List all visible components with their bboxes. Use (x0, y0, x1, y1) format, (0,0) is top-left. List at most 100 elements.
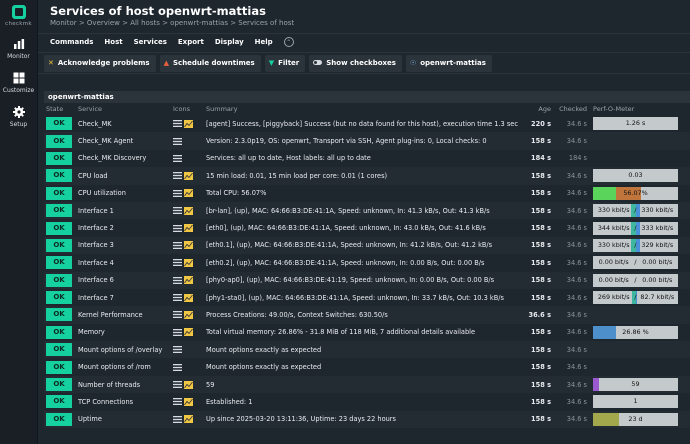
breadcrumb[interactable]: Monitor > Overview > All hosts > openwrt… (50, 19, 690, 27)
perf-o-meter[interactable]: 1.26 s (593, 117, 678, 131)
col-checked[interactable]: Checked (553, 105, 591, 113)
acknowledge-button[interactable]: ✕ Acknowledge problems (44, 54, 156, 72)
perf-o-meter[interactable]: 0.00 bit/s/0.00 bit/s (593, 273, 678, 287)
status-badge[interactable]: OK (46, 343, 72, 357)
sidebar-item-setup[interactable]: Setup (0, 100, 37, 134)
graph-icon[interactable] (184, 310, 193, 319)
graph-icon[interactable] (184, 397, 193, 406)
graph-icon[interactable] (184, 276, 193, 285)
service-name[interactable]: Interface 4 (76, 259, 173, 267)
status-badge[interactable]: OK (46, 395, 72, 409)
graph-icon[interactable] (184, 328, 193, 337)
status-badge[interactable]: OK (46, 360, 72, 374)
status-badge[interactable]: OK (46, 308, 72, 322)
status-badge[interactable]: OK (46, 221, 72, 235)
status-badge[interactable]: OK (46, 117, 72, 131)
service-name[interactable]: Interface 3 (76, 241, 173, 249)
status-badge[interactable]: OK (46, 273, 72, 287)
service-name[interactable]: Interface 6 (76, 276, 173, 284)
col-age[interactable]: Age (522, 105, 553, 113)
menu-icon[interactable] (173, 137, 182, 145)
collapse-icon[interactable]: ⌃ (283, 37, 294, 47)
service-name[interactable]: Memory (76, 328, 173, 336)
status-badge[interactable]: OK (46, 134, 72, 148)
perf-o-meter[interactable]: 330 kbit/s/330 kbit/s (593, 204, 678, 218)
menu-icon[interactable] (173, 415, 182, 423)
menu-services[interactable]: Services (134, 38, 167, 46)
graph-icon[interactable] (184, 415, 193, 424)
menu-icon[interactable] (173, 241, 182, 249)
status-badge[interactable]: OK (46, 378, 72, 392)
status-badge[interactable]: OK (46, 325, 72, 339)
status-badge[interactable]: OK (46, 186, 72, 200)
menu-icon[interactable] (173, 346, 182, 354)
graph-icon[interactable] (184, 224, 193, 233)
perf-o-meter[interactable]: 56.07% (593, 186, 678, 200)
status-badge[interactable]: OK (46, 238, 72, 252)
service-name[interactable]: TCP Connections (76, 398, 173, 406)
service-name[interactable]: Interface 1 (76, 207, 173, 215)
service-name[interactable]: Number of threads (76, 381, 173, 389)
graph-icon[interactable] (184, 380, 193, 389)
menu-icon[interactable] (173, 363, 182, 371)
perf-o-meter[interactable]: 0.00 bit/s/0.00 bit/s (593, 256, 678, 270)
service-name[interactable]: Mount options of /overlay (76, 346, 173, 354)
menu-icon[interactable] (173, 276, 182, 284)
service-name[interactable]: Check_MK (76, 120, 173, 128)
service-name[interactable]: Interface 7 (76, 294, 173, 302)
service-name[interactable]: Check_MK Discovery (76, 154, 173, 162)
perf-o-meter[interactable]: 330 kbit/s/329 kbit/s (593, 238, 678, 252)
menu-icon[interactable] (173, 172, 182, 180)
col-perf[interactable]: Perf-O-Meter (591, 105, 688, 113)
perf-o-meter[interactable]: 269 kbit/s/82.7 kbit/s (593, 291, 678, 305)
menu-icon[interactable] (173, 311, 182, 319)
menu-host[interactable]: Host (104, 38, 122, 46)
service-name[interactable]: Check_MK Agent (76, 137, 173, 145)
graph-icon[interactable] (184, 189, 193, 198)
menu-icon[interactable] (173, 259, 182, 267)
menu-help[interactable]: Help (255, 38, 273, 46)
menu-icon[interactable] (173, 294, 182, 302)
menu-icon[interactable] (173, 381, 182, 389)
perf-o-meter[interactable]: 23 d (593, 412, 678, 426)
menu-icon[interactable] (173, 224, 182, 232)
graph-icon[interactable] (184, 171, 193, 180)
graph-icon[interactable] (184, 206, 193, 215)
menu-icon[interactable] (173, 398, 182, 406)
perf-o-meter[interactable]: 1 (593, 395, 678, 409)
menu-icon[interactable] (173, 189, 182, 197)
filter-button[interactable]: ▼ Filter (264, 54, 306, 72)
sidebar-item-customize[interactable]: Customize (0, 66, 37, 100)
graph-icon[interactable] (184, 258, 193, 267)
col-state[interactable]: State (44, 105, 76, 113)
service-name[interactable]: CPU utilization (76, 189, 173, 197)
service-name[interactable]: Interface 2 (76, 224, 173, 232)
menu-commands[interactable]: Commands (50, 38, 93, 46)
status-badge[interactable]: OK (46, 412, 72, 426)
menu-icon[interactable] (173, 120, 182, 128)
status-badge[interactable]: OK (46, 256, 72, 270)
status-badge[interactable]: OK (46, 169, 72, 183)
perf-o-meter[interactable]: 344 kbit/s/333 kbit/s (593, 221, 678, 235)
menu-export[interactable]: Export (178, 38, 204, 46)
graph-icon[interactable] (184, 241, 193, 250)
service-name[interactable]: Kernel Performance (76, 311, 173, 319)
perf-o-meter[interactable]: 0.03 (593, 169, 678, 183)
col-service[interactable]: Service (76, 105, 173, 113)
status-badge[interactable]: OK (46, 204, 72, 218)
service-name[interactable]: CPU load (76, 172, 173, 180)
menu-icon[interactable] (173, 154, 182, 162)
service-name[interactable]: Uptime (76, 415, 173, 423)
status-badge[interactable]: OK (46, 151, 72, 165)
graph-icon[interactable] (184, 119, 193, 128)
schedule-downtimes-button[interactable]: ▲ Schedule downtimes (159, 54, 261, 72)
menu-display[interactable]: Display (215, 38, 244, 46)
menu-icon[interactable] (173, 328, 182, 336)
status-badge[interactable]: OK (46, 291, 72, 305)
perf-o-meter[interactable]: 59 (593, 378, 678, 392)
col-summary[interactable]: Summary (205, 105, 522, 113)
sidebar-item-monitor[interactable]: Monitor (0, 32, 37, 66)
service-name[interactable]: Mount options of /rom (76, 363, 173, 371)
show-checkboxes-button[interactable]: Show checkboxes (309, 54, 402, 72)
graph-icon[interactable] (184, 293, 193, 302)
